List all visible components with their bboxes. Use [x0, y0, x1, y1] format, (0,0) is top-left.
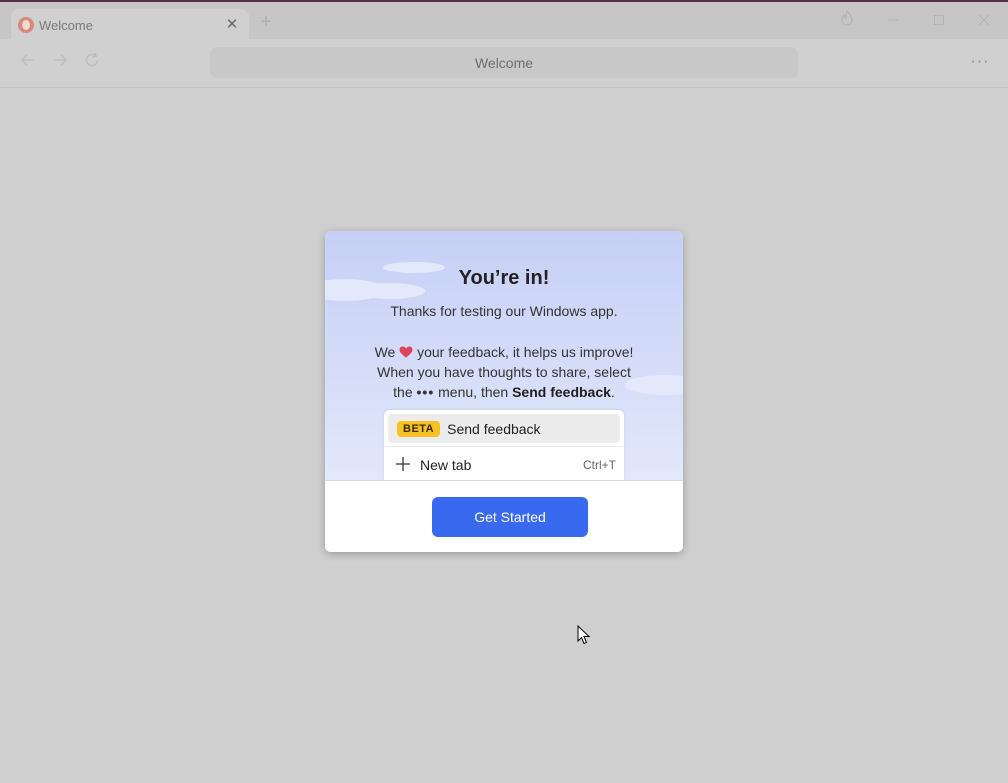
- dialog-footer: Get Started: [325, 480, 683, 552]
- body-line-2: When you have thoughts to share, select: [377, 364, 631, 380]
- more-dots-icon: •••: [416, 384, 435, 400]
- get-started-button[interactable]: Get Started: [432, 497, 588, 537]
- duckduckgo-favicon-icon: [18, 17, 34, 33]
- address-bar[interactable]: Welcome: [210, 47, 798, 78]
- body-line-3: the ••• menu, then Send feedback.: [393, 384, 615, 400]
- tab-close-icon[interactable]: ✕: [223, 16, 241, 34]
- forward-icon[interactable]: [49, 51, 71, 73]
- dialog-body: We your feedback, it helps us improve! W…: [325, 342, 683, 402]
- tab-welcome[interactable]: Welcome ✕: [11, 9, 249, 41]
- heart-icon: [399, 344, 417, 360]
- minimize-icon[interactable]: [881, 10, 905, 32]
- new-tab-shortcut: Ctrl+T: [583, 458, 616, 472]
- menu-preview: BETA Send feedback New tab Ctrl+T: [384, 410, 624, 480]
- beta-badge: BETA: [397, 420, 441, 437]
- dialog-title: You’re in!: [458, 267, 550, 289]
- preview-new-tab-item: New tab Ctrl+T: [396, 454, 618, 476]
- reload-icon[interactable]: [81, 51, 103, 73]
- new-tab-label: New tab: [420, 457, 472, 473]
- more-menu-icon[interactable]: ···: [967, 51, 993, 73]
- toolbar: Welcome ···: [0, 39, 1008, 88]
- welcome-dialog: You’re in! Thanks for testing our Window…: [325, 231, 683, 552]
- cursor-icon: [577, 625, 591, 645]
- browser-window: Welcome ✕ + Welcome ··· You’re in! Thank…: [0, 0, 1008, 783]
- tab-strip: Welcome ✕ +: [0, 2, 1008, 41]
- back-icon[interactable]: [17, 51, 39, 73]
- close-window-icon[interactable]: [972, 10, 996, 32]
- send-feedback-label: Send feedback: [447, 420, 541, 437]
- body-line-1: We your feedback, it helps us improve!: [374, 344, 634, 360]
- fire-icon[interactable]: [835, 9, 859, 32]
- preview-send-feedback-item: BETA Send feedback: [388, 414, 620, 443]
- maximize-icon[interactable]: [927, 10, 951, 32]
- tab-title: Welcome: [39, 17, 93, 33]
- plus-icon: [396, 456, 410, 474]
- preview-divider: [384, 446, 624, 447]
- dialog-header-area: You’re in! Thanks for testing our Window…: [325, 231, 683, 480]
- new-tab-button[interactable]: +: [255, 11, 277, 33]
- dialog-subtitle: Thanks for testing our Windows app.: [390, 303, 618, 319]
